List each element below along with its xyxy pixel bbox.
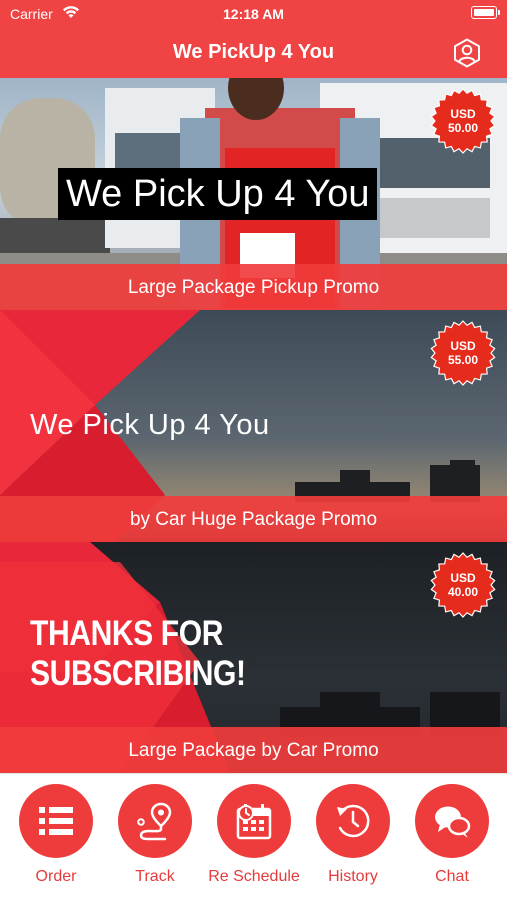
tab-label: Order (35, 868, 77, 885)
chat-bubbles-icon (435, 806, 471, 838)
price-currency: USD (450, 571, 476, 585)
promo-banner-line-2: SUBSCRIBING! (30, 654, 246, 693)
promo-banner-text: We Pick Up 4 You (30, 409, 270, 441)
promo-title: by Car Huge Package Promo (0, 496, 507, 542)
map-pin-route-icon (137, 802, 172, 841)
calendar-clock-icon (236, 804, 272, 840)
list-icon (39, 807, 73, 835)
promo-card-car-huge-package[interactable]: We Pick Up 4 You USD 55.00 by Car Huge P… (0, 310, 507, 542)
promo-title: Large Package by Car Promo (0, 727, 507, 773)
price-currency: USD (450, 107, 476, 121)
history-icon (337, 804, 370, 838)
page-title: We PickUp 4 You (172, 41, 335, 63)
tab-order[interactable]: Order (6, 774, 106, 900)
status-time: 12:18 AM (223, 6, 284, 22)
promo-banner-line-1: THANKS FOR (30, 614, 224, 653)
tab-reschedule[interactable]: Re Schedule (204, 774, 304, 900)
tab-track[interactable]: Track (105, 774, 205, 900)
tab-track-button[interactable] (118, 784, 192, 858)
app-header: Carrier 12:18 AM We PickUp 4 You (0, 0, 507, 78)
price-value: 55.00 (447, 353, 479, 367)
tab-label: History (328, 868, 378, 885)
tab-reschedule-button[interactable] (217, 784, 291, 858)
price-badge: USD 55.00 (430, 320, 496, 386)
tab-history[interactable]: History (303, 774, 403, 900)
promo-title: Large Package Pickup Promo (0, 264, 507, 310)
promo-banner-text: We Pick Up 4 You (58, 168, 378, 220)
price-value: 50.00 (447, 121, 479, 135)
tab-chat[interactable]: Chat (402, 774, 502, 900)
tab-history-button[interactable] (316, 784, 390, 858)
price-value: 40.00 (447, 585, 479, 599)
price-badge: USD 40.00 (430, 552, 496, 618)
tab-label: Track (135, 868, 175, 885)
tab-label: Re Schedule (208, 868, 300, 885)
promo-card-large-package-pickup[interactable]: We Pick Up 4 You USD 50.00 Large Package… (0, 78, 507, 310)
price-currency: USD (450, 339, 476, 353)
status-bar: Carrier 12:18 AM (0, 0, 507, 28)
user-hexagon-icon[interactable] (452, 38, 482, 68)
tab-order-button[interactable] (19, 784, 93, 858)
tab-label: Chat (435, 868, 469, 885)
bottom-tab-bar: Order Track Re Schedule History Chat (0, 773, 507, 900)
promo-banner-text: THANKS FOR SUBSCRIBING! (30, 614, 246, 694)
promo-card-large-package-by-car[interactable]: THANKS FOR SUBSCRIBING! USD 40.00 Large … (0, 542, 507, 773)
tab-chat-button[interactable] (415, 784, 489, 858)
battery-icon (471, 6, 500, 19)
price-badge: USD 50.00 (430, 88, 496, 154)
